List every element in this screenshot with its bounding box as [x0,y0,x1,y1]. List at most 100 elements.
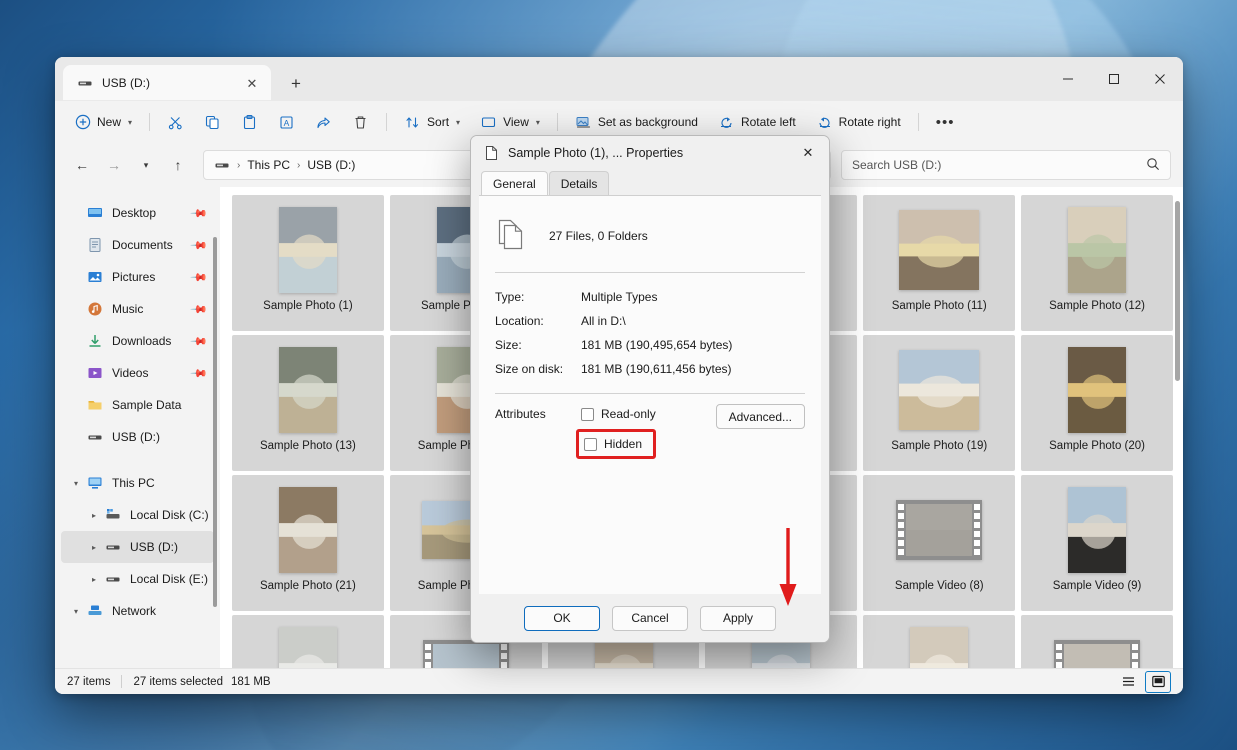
readonly-checkbox-row[interactable]: Read-only [581,404,656,424]
sidebar-tree-item-local-disk-c[interactable]: ▸ Local Disk (C:) [61,499,214,531]
sidebar-item-music[interactable]: Music📌 [61,293,214,325]
list-view-icon[interactable] [1115,671,1141,693]
status-separator [121,675,122,688]
large-icons-view-icon[interactable] [1145,671,1171,693]
chevron-right-icon[interactable]: ▸ [87,499,101,531]
tab-general[interactable]: General [481,171,548,195]
chevron-right-icon[interactable]: ▾ [69,595,83,627]
file-item[interactable]: Sample Photo (27) [863,615,1015,668]
paste-button[interactable] [232,107,267,137]
usb-drive-icon [214,157,230,173]
status-bar: 27 items 27 items selected 181 MB [55,668,1183,694]
desktop-icon [87,205,103,221]
file-thumbnail [1025,623,1169,668]
sidebar-tree-label: Local Disk (C:) [130,508,209,522]
file-name: Sample Video (9) [1025,579,1169,593]
sidebar-item-label: Desktop [112,206,156,220]
chevron-down-icon[interactable]: ▾ [69,467,83,499]
pin-icon[interactable]: 📌 [190,332,209,351]
rotate-right-button[interactable]: Rotate right [807,107,910,137]
sidebar-tree-item-usb-d[interactable]: ▸USB (D:) [61,531,214,563]
sidebar-item-videos[interactable]: Videos📌 [61,357,214,389]
trash-icon [352,114,369,131]
sidebar-tree-item-network[interactable]: ▾Network [61,595,214,627]
tab-details[interactable]: Details [549,171,610,195]
file-item[interactable]: Sample Video (11) [1021,615,1173,668]
cancel-button[interactable]: Cancel [612,606,688,631]
file-item[interactable]: Sample Photo (20) [1021,335,1173,471]
sidebar-tree-item-local-disk-e[interactable]: ▸Local Disk (E:) [61,563,214,595]
apply-button[interactable]: Apply [700,606,776,631]
hidden-checkbox[interactable] [584,438,597,451]
file-item[interactable]: Sample Photo (13) [232,335,384,471]
system-disk-icon [105,507,121,523]
dialog-title-bar: Sample Photo (1), ... Properties ✕ [471,136,829,169]
file-item[interactable]: Sample Photo (24) [232,615,384,668]
file-item[interactable]: Sample Photo (11) [863,195,1015,331]
folder-icon [87,397,103,413]
new-button[interactable]: New ▾ [65,107,141,137]
hidden-checkbox-row[interactable]: Hidden [584,434,642,454]
sidebar-item-documents[interactable]: Documents📌 [61,229,214,261]
close-icon[interactable]: ✕ [791,137,825,169]
new-tab-button[interactable]: + [281,68,311,98]
selection-count: 27 items selected [133,676,223,688]
property-row: Location:All in D:\ [495,309,805,333]
file-summary-row: 27 Files, 0 Folders [495,210,805,262]
file-item[interactable]: Sample Photo (12) [1021,195,1173,331]
chevron-right-icon[interactable]: ▸ [87,531,101,563]
pin-icon[interactable]: 📌 [190,268,209,287]
sidebar-item-sample-data[interactable]: Sample Data [61,389,214,421]
sidebar-tree-item-this-pc[interactable]: ▾This PC [61,467,214,499]
sort-label: Sort [427,115,449,129]
file-item[interactable]: Sample Video (9) [1021,475,1173,611]
chevron-right-icon[interactable]: ▸ [87,563,101,595]
content-scrollbar[interactable] [1175,201,1180,381]
maximize-icon[interactable] [1091,57,1137,101]
advanced-button[interactable]: Advanced... [716,404,805,429]
sidebar-item-pictures[interactable]: Pictures📌 [61,261,214,293]
file-item[interactable]: Sample Photo (19) [863,335,1015,471]
toolbar-separator [386,113,387,131]
minimize-icon[interactable] [1045,57,1091,101]
property-value: Multiple Types [581,290,657,304]
readonly-checkbox[interactable] [581,408,594,421]
file-thumbnail [1025,203,1169,297]
pin-icon[interactable]: 📌 [190,364,209,383]
set-as-background-button[interactable]: Set as background [566,107,707,137]
sidebar-item-downloads[interactable]: Downloads📌 [61,325,214,357]
more-options-button[interactable]: ••• [927,107,964,137]
file-name: Sample Photo (21) [236,579,380,593]
tab-usb-d[interactable]: USB (D:) ✕ [63,65,271,101]
pin-icon[interactable]: 📌 [190,204,209,223]
file-item[interactable]: Sample Photo (1) [232,195,384,331]
breadcrumb-this-pc[interactable]: This PC [247,158,290,172]
share-button[interactable] [306,107,341,137]
item-count: 27 items [67,676,110,688]
back-button[interactable]: ← [67,150,97,180]
close-icon[interactable] [1137,57,1183,101]
file-item[interactable]: Sample Video (8) [863,475,1015,611]
cut-button[interactable] [158,107,193,137]
sort-button[interactable]: Sort ▾ [395,107,469,137]
rename-button[interactable]: A [269,107,304,137]
rotate-left-button[interactable]: Rotate left [709,107,805,137]
pin-icon[interactable]: 📌 [190,236,209,255]
ok-button[interactable]: OK [524,606,600,631]
attributes-checkboxes: Read-only Hidden [581,404,656,459]
delete-button[interactable] [343,107,378,137]
recent-locations-button[interactable]: ▾ [131,150,161,180]
copy-button[interactable] [195,107,230,137]
close-icon[interactable]: ✕ [241,72,263,94]
forward-button[interactable]: → [99,150,129,180]
view-button[interactable]: View ▾ [471,107,549,137]
file-item[interactable]: Sample Photo (21) [232,475,384,611]
pin-icon[interactable]: 📌 [190,300,209,319]
search-input[interactable]: Search USB (D:) [841,150,1171,180]
up-button[interactable]: ↑ [163,150,193,180]
breadcrumb-usb-d[interactable]: USB (D:) [307,158,355,172]
sidebar-item-usb-d[interactable]: USB (D:) [61,421,214,453]
search-icon [1146,157,1160,174]
sidebar-scrollbar[interactable] [213,237,217,607]
sidebar-item-desktop[interactable]: Desktop 📌 [61,197,214,229]
